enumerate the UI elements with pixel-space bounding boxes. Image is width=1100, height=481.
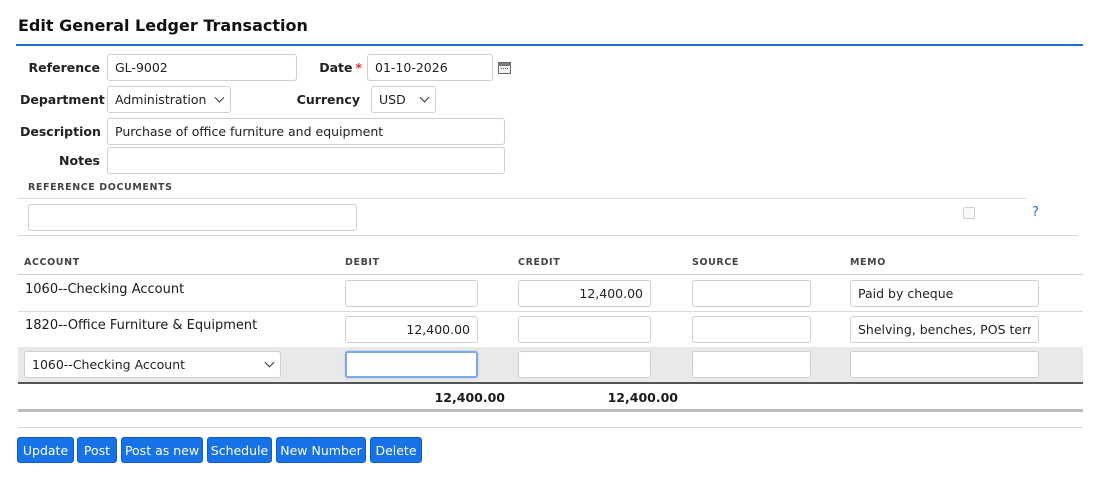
row1-debit-input[interactable]	[345, 280, 478, 307]
update-button[interactable]: Update	[17, 437, 74, 463]
divider	[18, 235, 1078, 236]
totals-bottom-rule	[18, 409, 1083, 412]
column-header-source: SOURCE	[692, 257, 740, 268]
chevron-down-icon	[214, 92, 225, 103]
calendar-icon[interactable]	[498, 62, 511, 74]
chevron-down-icon	[419, 92, 430, 103]
totals-top-rule	[18, 382, 1083, 384]
currency-select[interactable]: USD	[371, 86, 436, 113]
divider	[18, 427, 1083, 428]
divider	[18, 198, 1026, 199]
delete-button[interactable]: Delete	[370, 437, 422, 463]
department-select[interactable]: Administration	[107, 86, 231, 113]
reference-label: Reference	[28, 60, 100, 75]
page-title: Edit General Ledger Transaction	[18, 16, 308, 35]
description-label: Description	[20, 124, 101, 139]
row3-memo-input[interactable]	[850, 351, 1039, 378]
description-input[interactable]	[107, 118, 505, 145]
row2-credit-input[interactable]	[518, 316, 651, 343]
chevron-down-icon	[264, 357, 275, 368]
help-link[interactable]: ?	[1032, 205, 1039, 220]
reference-document-checkbox[interactable]	[963, 207, 975, 219]
currency-value: USD	[379, 92, 406, 107]
notes-input[interactable]	[107, 147, 505, 174]
title-divider	[16, 44, 1083, 46]
column-header-credit: CREDIT	[518, 257, 561, 268]
post-as-new-button[interactable]: Post as new	[121, 437, 203, 463]
table-header-divider	[18, 274, 1083, 275]
row2-debit-input[interactable]	[345, 316, 478, 343]
new-number-button[interactable]: New Number	[276, 437, 366, 463]
row3-source-input[interactable]	[692, 351, 811, 378]
column-header-account: ACCOUNT	[24, 257, 80, 268]
notes-label: Notes	[59, 153, 100, 168]
row3-account-value: 1060--Checking Account	[32, 357, 186, 372]
row2-memo-input[interactable]	[850, 316, 1039, 343]
row1-account: 1060--Checking Account	[25, 282, 185, 297]
column-header-debit: DEBIT	[345, 257, 380, 268]
column-header-memo: MEMO	[850, 257, 886, 268]
reference-documents-heading: REFERENCE DOCUMENTS	[28, 182, 173, 193]
schedule-button[interactable]: Schedule	[207, 437, 272, 463]
date-input[interactable]	[367, 54, 493, 81]
row-divider	[18, 311, 1083, 312]
required-marker: *	[355, 60, 362, 75]
row2-source-input[interactable]	[692, 316, 811, 343]
post-button[interactable]: Post	[77, 437, 117, 463]
row2-account: 1820--Office Furniture & Equipment	[25, 318, 258, 333]
reference-document-input[interactable]	[28, 204, 357, 231]
date-label: Date	[319, 60, 353, 75]
reference-input[interactable]	[107, 54, 297, 81]
total-debit: 12,400.00	[434, 390, 505, 405]
row1-credit-input[interactable]	[518, 280, 651, 307]
department-label: Department	[20, 92, 105, 107]
row3-credit-input[interactable]	[518, 351, 651, 378]
row3-debit-input[interactable]	[345, 351, 478, 378]
department-value: Administration	[115, 92, 207, 107]
currency-label: Currency	[296, 92, 360, 107]
date-label-wrap: Date *	[300, 60, 362, 75]
row1-memo-input[interactable]	[850, 280, 1039, 307]
total-credit: 12,400.00	[607, 390, 678, 405]
row1-source-input[interactable]	[692, 280, 811, 307]
row3-account-select[interactable]: 1060--Checking Account	[24, 351, 281, 378]
